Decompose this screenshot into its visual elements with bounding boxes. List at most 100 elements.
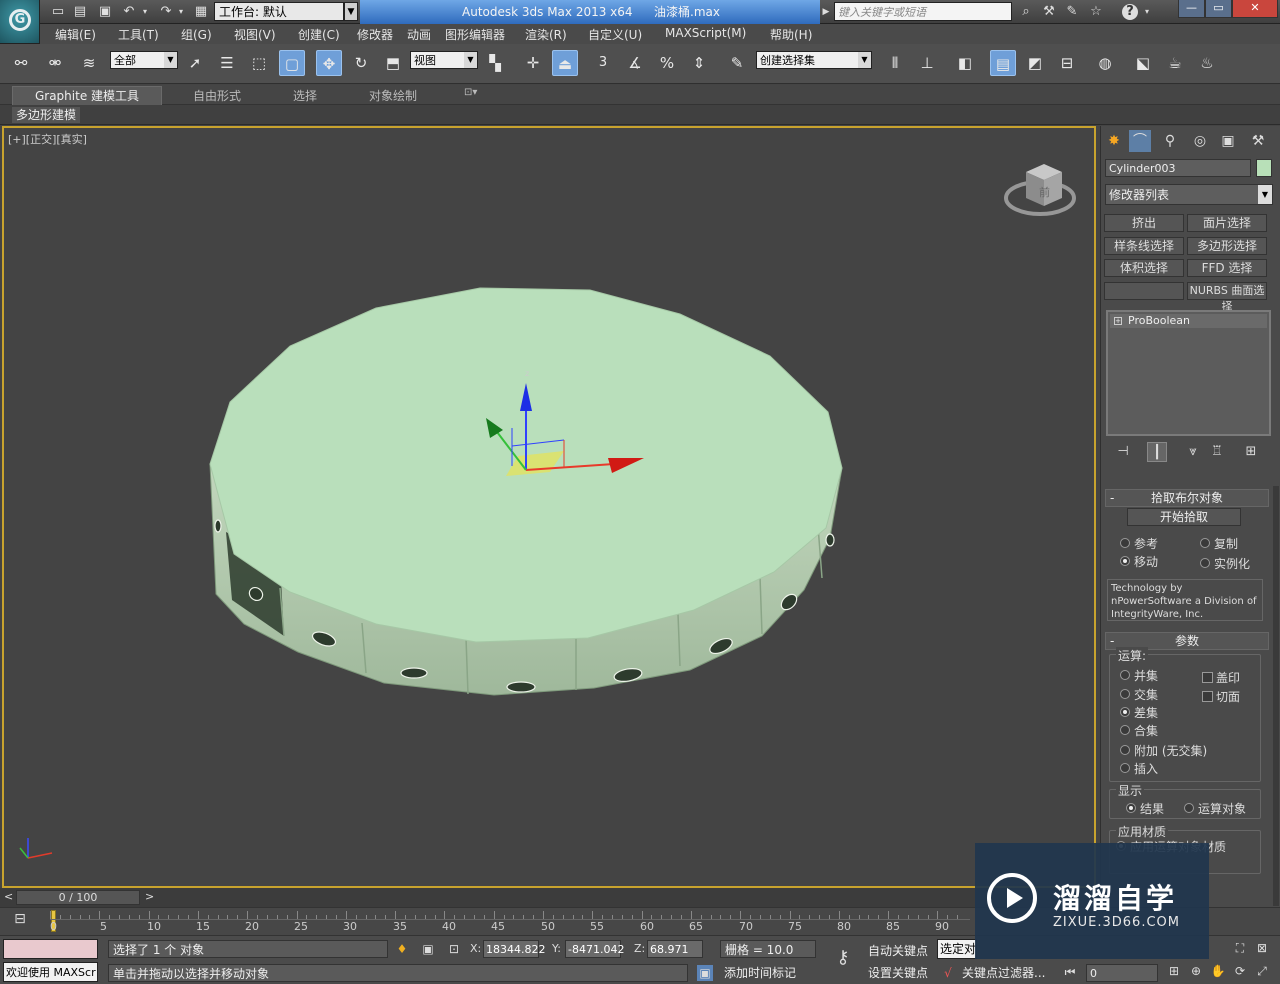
display-tab-icon[interactable]: ▣: [1217, 130, 1239, 152]
undo-icon[interactable]: ↶: [121, 4, 137, 20]
ref-coord-dropdown[interactable]: 视图 ▼: [410, 51, 478, 69]
bind-spacewarp-icon[interactable]: ≋: [76, 50, 102, 76]
selection-filter-dropdown[interactable]: 全部 ▼: [110, 51, 178, 69]
radio-instance[interactable]: 实例化: [1199, 555, 1250, 572]
save-file-icon[interactable]: ▣: [97, 4, 113, 20]
window-crossing-icon[interactable]: ▢: [279, 50, 305, 76]
panel-scrollbar[interactable]: [1273, 486, 1279, 906]
snap-3d-toggle[interactable]: 3: [590, 50, 616, 76]
hierarchy-tab-icon[interactable]: ⚲: [1159, 130, 1181, 152]
select-move-icon[interactable]: ✥: [316, 50, 342, 76]
angle-snap-icon[interactable]: ∡: [622, 50, 648, 76]
percent-snap-icon[interactable]: %: [654, 50, 680, 76]
goto-start-icon[interactable]: ⏮: [1062, 964, 1078, 980]
time-slider[interactable]: < 0 / 100 >: [0, 888, 1096, 907]
extrude-button[interactable]: 挤出: [1104, 214, 1184, 232]
material-editor-icon[interactable]: ◍: [1092, 50, 1118, 76]
menu-tools[interactable]: 工具(T): [118, 26, 159, 43]
modify-tab-icon[interactable]: ⌒: [1129, 130, 1151, 152]
key-filters-button[interactable]: 关键点过滤器...: [962, 964, 1045, 981]
help-icon[interactable]: ?: [1122, 4, 1138, 20]
empty-modifier-button[interactable]: [1104, 282, 1184, 300]
current-frame-field[interactable]: 0: [1086, 964, 1158, 982]
select-object-icon[interactable]: ➚: [182, 50, 208, 76]
polygon-modeling-panel[interactable]: 多边形建模: [12, 107, 81, 123]
configure-sets-icon[interactable]: ⊞: [1241, 442, 1261, 462]
search-input[interactable]: 键入关键字或短语: [834, 2, 1012, 21]
menu-modifiers[interactable]: 修改器: [357, 26, 393, 43]
redo-dropdown-icon[interactable]: ▾: [176, 4, 186, 20]
add-time-tag-button[interactable]: 添加时间标记: [720, 964, 820, 982]
menu-animation[interactable]: 动画: [407, 26, 431, 43]
nurbs-select-button[interactable]: NURBS 曲面选择: [1187, 282, 1267, 313]
radio-operands[interactable]: 运算对象: [1183, 800, 1246, 817]
binoculars-icon[interactable]: ⌕: [1017, 3, 1035, 21]
time-prev-button[interactable]: <: [4, 890, 13, 903]
object-name-field[interactable]: Cylinder003: [1105, 159, 1251, 177]
select-by-name-icon[interactable]: ☰: [214, 50, 240, 76]
start-picking-button[interactable]: 开始拾取: [1127, 508, 1241, 526]
rendered-frame-icon[interactable]: ☕: [1162, 50, 1188, 76]
minimize-button[interactable]: —: [1178, 0, 1205, 18]
show-end-result-icon[interactable]: ┃: [1147, 442, 1167, 462]
isolate-bulb-icon[interactable]: ♦: [394, 941, 410, 957]
radio-copy[interactable]: 复制: [1199, 535, 1238, 552]
curve-editor-icon[interactable]: ◩: [1022, 50, 1048, 76]
time-next-button[interactable]: >: [145, 890, 154, 903]
named-selset-dropdown[interactable]: 创建选择集 ▼: [756, 51, 872, 69]
new-file-icon[interactable]: ▭: [50, 4, 66, 20]
absolute-mode-icon[interactable]: ⊡: [446, 941, 462, 957]
maxscript-mini-listener[interactable]: 欢迎使用 MAXScr: [3, 962, 98, 982]
maximize-viewport-icon[interactable]: ⤢: [1254, 963, 1270, 979]
rect-selection-icon[interactable]: ⬚: [246, 50, 272, 76]
auto-key-button[interactable]: 自动关键点: [868, 942, 928, 959]
unlink-icon[interactable]: ⚮: [42, 50, 68, 76]
set-key-icon[interactable]: ⚷: [832, 949, 854, 967]
orbit-icon[interactable]: ⟳: [1232, 963, 1248, 979]
motion-tab-icon[interactable]: ◎: [1189, 130, 1211, 152]
zoom-extents-icon[interactable]: ⛶: [1232, 940, 1248, 956]
key-selection-dropdown[interactable]: 选定对象: [937, 939, 977, 959]
menu-edit[interactable]: 编辑(E): [55, 26, 96, 43]
pan-view-icon[interactable]: ✋: [1210, 963, 1226, 979]
project-folder-icon[interactable]: ▦: [193, 4, 209, 20]
pivot-center-icon[interactable]: ▚: [482, 50, 508, 76]
keyboard-shortcut-icon[interactable]: ⏏: [552, 50, 578, 76]
tab-graphite-modeling[interactable]: Graphite 建模工具: [12, 86, 162, 105]
time-config-icon[interactable]: ⊞: [1166, 963, 1182, 979]
graphite-toggle-icon[interactable]: ▤: [990, 50, 1016, 76]
create-tab-icon[interactable]: ✸: [1103, 130, 1125, 152]
key-curve-icon[interactable]: √: [940, 965, 956, 981]
tab-freeform[interactable]: 自由形式: [193, 87, 241, 104]
app-logo-button[interactable]: G: [0, 0, 40, 44]
radio-insert[interactable]: 插入: [1119, 760, 1158, 777]
spline-select-button[interactable]: 样条线选择: [1104, 237, 1184, 255]
expand-plus-icon[interactable]: +: [1114, 317, 1122, 325]
render-setup-icon[interactable]: ⬕: [1130, 50, 1156, 76]
schematic-view-icon[interactable]: ⊟: [1054, 50, 1080, 76]
radio-attach[interactable]: 附加 (无交集): [1119, 742, 1207, 759]
viewport-perspective[interactable]: [+][正交][真实] z 前: [2, 126, 1096, 888]
radio-merge[interactable]: 合集: [1119, 722, 1158, 739]
menu-create[interactable]: 创建(C): [298, 26, 340, 43]
vol-select-button[interactable]: 体积选择: [1104, 259, 1184, 277]
workspace-dropdown[interactable]: 工作台: 默认: [214, 2, 344, 21]
z-coordinate-field[interactable]: 68.971: [647, 940, 703, 958]
menu-rendering[interactable]: 渲染(R): [525, 26, 567, 43]
poly-select-button[interactable]: 多边形选择: [1187, 237, 1267, 255]
expand-arrow-icon[interactable]: ▶: [820, 3, 832, 21]
radio-reference[interactable]: 参考: [1119, 535, 1158, 552]
pin-stack-icon[interactable]: ⊣: [1113, 442, 1133, 462]
make-unique-icon[interactable]: ⩔: [1183, 442, 1203, 462]
communication-icon[interactable]: ✎: [1063, 3, 1081, 21]
select-scale-icon[interactable]: ⬒: [380, 50, 406, 76]
curve-editor-mini-icon[interactable]: ⊟: [4, 911, 36, 931]
set-key-button[interactable]: 设置关键点: [868, 964, 928, 981]
radio-result[interactable]: 结果: [1125, 800, 1164, 817]
modifier-list-dropdown[interactable]: 修改器列表 ▼: [1105, 184, 1273, 205]
radio-subtraction[interactable]: 差集: [1119, 704, 1158, 721]
object-color-swatch[interactable]: [1256, 159, 1272, 177]
align-icon[interactable]: ⊥: [914, 50, 940, 76]
menu-graph-editors[interactable]: 图形编辑器: [445, 26, 505, 43]
spinner-snap-icon[interactable]: ⇕: [686, 50, 712, 76]
